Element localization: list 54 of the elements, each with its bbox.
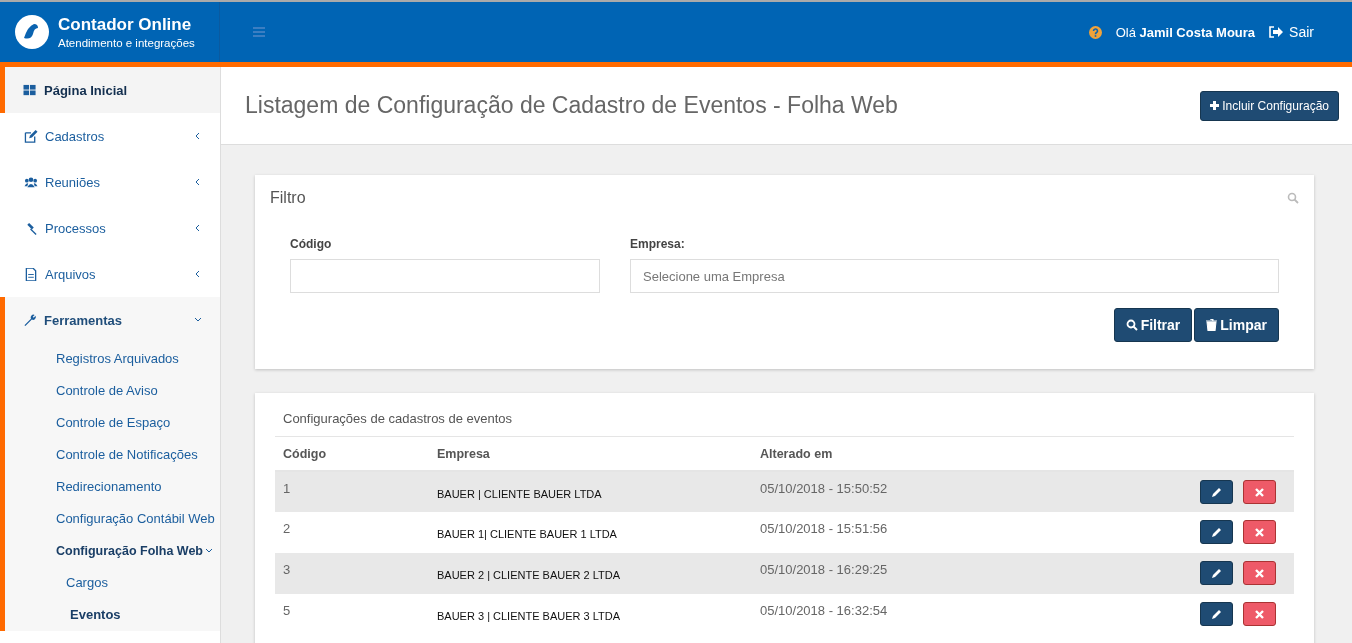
edit-icon — [24, 129, 38, 143]
table-cell: 05/10/2018 - 15:51:56 — [752, 512, 1057, 553]
delete-button[interactable] — [1243, 480, 1276, 504]
field-label: Empresa: — [630, 237, 686, 251]
logout-link[interactable]: Sair — [1269, 24, 1314, 40]
help-icon[interactable] — [1088, 25, 1102, 39]
close-icon — [1255, 568, 1264, 578]
table-cell: 1 — [275, 471, 429, 512]
edit-button[interactable] — [1200, 480, 1233, 504]
table-cell: 5 — [275, 594, 429, 635]
table-cell: 05/10/2018 - 16:32:54 — [752, 594, 1057, 635]
close-icon — [1255, 487, 1264, 497]
table-cell: BAUER | CLIENTE BAUER LTDA — [429, 471, 752, 512]
trash-icon — [1206, 319, 1218, 331]
input-field[interactable]: Selecione uma Empresa — [630, 259, 1279, 293]
edit-button[interactable] — [1200, 602, 1233, 626]
pencil-icon — [1211, 608, 1222, 620]
pencil-icon — [1211, 486, 1222, 498]
table-cell: 2 — [275, 512, 429, 553]
table-cell: BAUER 2 | CLIENTE BAUER 2 LTDA — [429, 553, 752, 594]
page-title: Listagem de Configuração de Cadastro de Eventos - Folha Web — [245, 92, 898, 119]
brand-subtitle: Atendimento e integrações — [58, 37, 195, 49]
table-cell: 3 — [275, 553, 429, 594]
table-cell: BAUER 1| CLIENTE BAUER 1 LTDA — [429, 512, 752, 553]
users-icon — [24, 175, 38, 189]
add-configuration-button[interactable]: Incluir Configuração — [1200, 90, 1339, 121]
table-cell: 05/10/2018 - 16:29:25 — [752, 553, 1057, 594]
pencil-icon — [1211, 526, 1222, 538]
table-title: Configurações de cadastros de eventos — [275, 411, 1294, 437]
field-label: Código — [290, 237, 333, 251]
user-greeting: Olá Jamil Costa Moura — [1115, 24, 1256, 40]
delete-button[interactable] — [1243, 520, 1276, 544]
filter-button[interactable]: Filtrar — [1113, 308, 1193, 342]
table-cell: BAUER 3 | CLIENTE BAUER 3 LTDA — [429, 594, 752, 635]
table-cell: 05/10/2018 - 15:50:52 — [752, 471, 1057, 512]
caret-icon — [205, 547, 213, 555]
filter-title: Filtro — [270, 189, 306, 207]
close-icon — [1255, 527, 1264, 537]
wrench-icon — [23, 313, 37, 327]
brand-title: Contador Online — [58, 15, 193, 35]
delete-button[interactable] — [1243, 561, 1276, 585]
pencil-icon — [1211, 567, 1222, 579]
plus-icon — [1210, 101, 1220, 110]
search-icon — [1125, 319, 1138, 331]
input-field[interactable] — [290, 259, 600, 293]
search-icon — [1287, 192, 1299, 204]
delete-button[interactable] — [1243, 602, 1276, 626]
close-icon — [1255, 609, 1264, 619]
grid-icon — [23, 83, 37, 97]
clear-button[interactable]: Limpar — [1194, 308, 1279, 342]
sign-out-icon — [1269, 26, 1284, 38]
edit-button[interactable] — [1200, 520, 1233, 544]
edit-button[interactable] — [1200, 561, 1233, 585]
file-icon — [24, 267, 38, 281]
